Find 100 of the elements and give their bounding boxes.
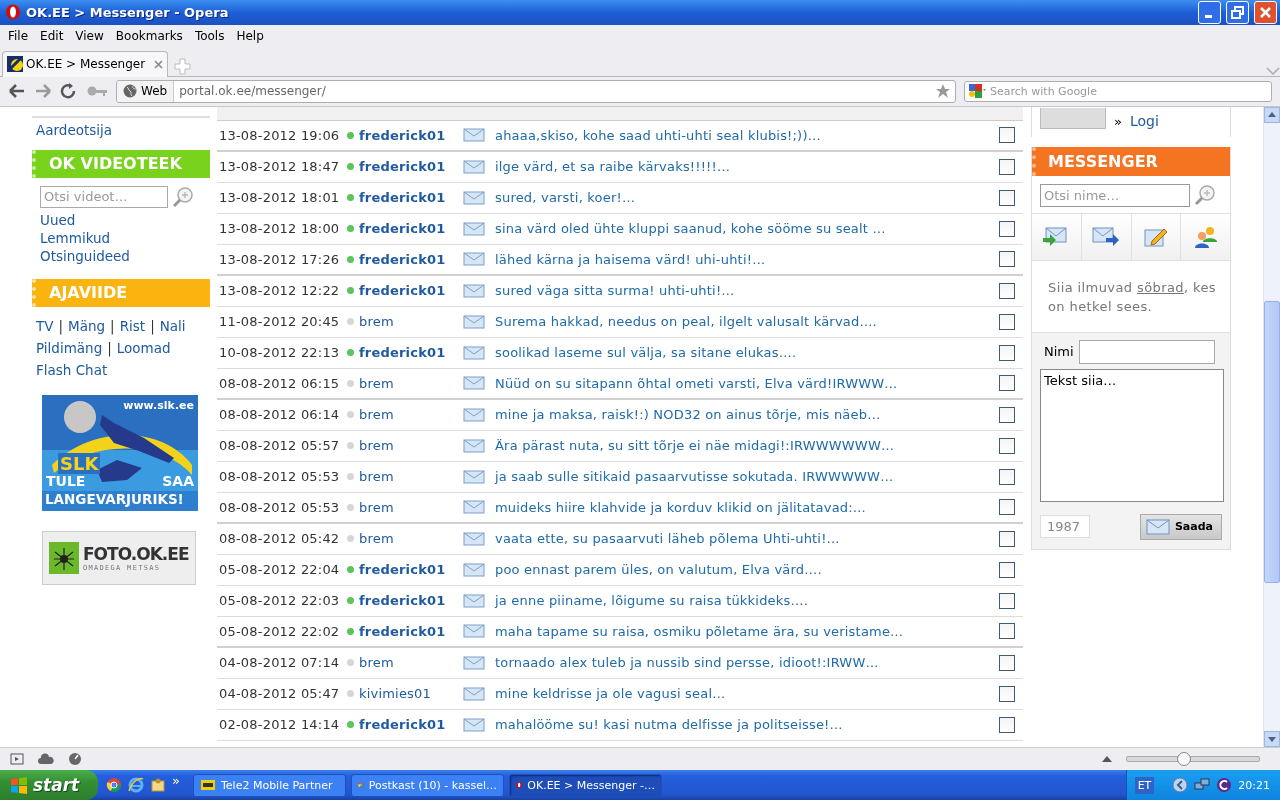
message-link[interactable]: maha tapame su raisa, osmiku põletame ära, su veristame… [495, 623, 999, 639]
message-link[interactable]: muideks hiire klahvide ja korduv klikid on jälitatavad:… [495, 499, 999, 515]
menu-item[interactable]: File [2, 29, 35, 44]
taskbar-button[interactable]: Postkast (10) - kassel… [350, 773, 504, 797]
checkbox[interactable] [999, 282, 1015, 299]
sender-link[interactable]: brem [359, 469, 394, 485]
message-link[interactable]: vaata ette, su pasaarvuti läheb põlema Uhti-uhti!… [495, 531, 999, 547]
sidebar-link[interactable]: Uued [40, 210, 210, 229]
menu-item[interactable]: View [69, 29, 110, 44]
toolbar-button[interactable] [1081, 213, 1132, 260]
google-icon[interactable] [968, 83, 986, 100]
message-link[interactable]: sured väga sitta surma! uhti-uhti!… [495, 283, 999, 299]
sender-link[interactable]: frederick01 [359, 562, 446, 578]
checkbox[interactable] [999, 468, 1015, 485]
name-field[interactable] [1078, 339, 1215, 364]
sender-link[interactable]: frederick01 [359, 623, 446, 639]
sidebar-link[interactable]: Loomad [116, 339, 171, 356]
search-icon[interactable] [1194, 184, 1216, 207]
panel-icon[interactable] [10, 753, 24, 765]
package-icon[interactable] [150, 777, 166, 793]
restore-button[interactable] [1226, 1, 1249, 24]
sender-link[interactable]: brem [359, 531, 394, 547]
search-icon[interactable] [172, 185, 194, 208]
message-link[interactable]: lähed kärna ja haisema värd! uhi-uhti!… [495, 251, 999, 267]
sender-link[interactable]: brem [359, 407, 394, 423]
friends-link[interactable]: sõbrad [1136, 279, 1184, 295]
message-link[interactable]: Surema hakkad, needus on peal, ilgelt valusalt kärvad…. [495, 314, 999, 330]
message-link[interactable]: sina värd oled ühte kluppi saanud, kohe sööme su sealt … [495, 221, 999, 237]
checkbox[interactable] [999, 685, 1015, 702]
sidebar-link[interactable]: Aardeotsija [32, 121, 210, 138]
message-link[interactable]: soolikad laseme sul välja, sa sitane elukas…. [495, 345, 999, 361]
menu-item[interactable]: Help [230, 29, 270, 44]
more-button[interactable]: » [172, 772, 180, 788]
message-link[interactable]: ilge värd, et sa raibe kärvaks!!!!!… [495, 159, 999, 175]
sidebar-link[interactable]: Pildimäng [36, 339, 103, 356]
speedometer-icon[interactable] [68, 752, 82, 766]
message-link[interactable]: Nüüd on su sitapann õhtal ometi varsti, Elva värd!IRWWW… [495, 375, 999, 391]
message-link[interactable]: Ära pärast nuta, su sitt tõrje ei näe midagi!:IRWWWWWW… [495, 438, 999, 454]
menu-item[interactable]: Edit [34, 29, 70, 44]
sidebar-link[interactable]: Otsinguideed [40, 246, 210, 265]
sender-link[interactable]: frederick01 [359, 159, 446, 175]
scroll-down-button[interactable] [1264, 731, 1280, 748]
message-link[interactable]: mine keldrisse ja ole vagusi seal… [495, 686, 999, 702]
minimize-button[interactable] [1198, 1, 1221, 24]
checkbox[interactable] [999, 220, 1015, 237]
message-link[interactable]: poo ennast parem üles, on valutum, Elva värd…. [495, 562, 999, 578]
reload-icon[interactable] [60, 83, 78, 100]
sidebar-link[interactable]: Mäng [68, 317, 106, 334]
message-field[interactable]: Tekst siia… [1040, 368, 1224, 502]
sidebar-link[interactable]: Lemmikud [40, 228, 210, 247]
back-icon[interactable] [8, 83, 26, 100]
taskbar-button[interactable]: Tele2 Mobile Partner [192, 773, 346, 797]
message-link[interactable]: ja enne piiname, lõigume su raisa tükkideks…. [495, 593, 999, 609]
address-field[interactable]: portal.ok.ee/messenger/ [174, 84, 935, 99]
web-button[interactable]: Web [117, 80, 175, 102]
checkbox[interactable] [999, 654, 1015, 671]
close-icon[interactable] [154, 59, 163, 69]
app-tray-icon[interactable] [1216, 777, 1233, 793]
video-search-field[interactable]: Otsi videot… [40, 185, 168, 208]
checkbox[interactable] [999, 623, 1015, 640]
message-link[interactable]: mine ja maksa, raisk!:) NOD32 on ainus tõrje, mis näeb… [495, 407, 999, 423]
checkbox[interactable] [999, 561, 1015, 578]
scrollbar-thumb[interactable] [1264, 300, 1280, 583]
checkbox[interactable] [999, 406, 1015, 423]
ad-banner[interactable]: www.slk.ee SLK TULE SAA LANGEVARJURIKS! [42, 394, 198, 511]
chrome-icon[interactable] [106, 777, 122, 793]
checkbox[interactable] [999, 375, 1015, 392]
sidebar-link[interactable]: TV [36, 317, 54, 334]
checkbox[interactable] [999, 251, 1015, 268]
sender-link[interactable]: brem [359, 499, 394, 515]
sender-link[interactable]: frederick01 [359, 283, 446, 299]
sender-link[interactable]: frederick01 [359, 717, 446, 733]
ie-icon[interactable] [128, 777, 144, 793]
cloud-icon[interactable] [38, 753, 54, 765]
menu-item[interactable]: Bookmarks [109, 29, 189, 44]
checkbox[interactable] [999, 127, 1015, 144]
sender-link[interactable]: kivimies01 [359, 686, 432, 702]
sender-link[interactable]: brem [359, 314, 394, 330]
message-link[interactable]: tornaado alex tuleb ja nussib sind persse, idioot!:IRWW… [495, 655, 999, 671]
login-link[interactable]: Logi [1129, 112, 1159, 129]
start-button[interactable]: start [0, 770, 98, 800]
send-button[interactable]: Saada [1139, 513, 1222, 540]
toolbar-button[interactable] [1032, 213, 1082, 260]
caret-up-icon[interactable] [1102, 756, 1112, 762]
sender-link[interactable]: frederick01 [359, 345, 446, 361]
zoom-slider[interactable] [1126, 752, 1260, 766]
sender-link[interactable]: frederick01 [359, 593, 446, 609]
network-icon[interactable] [1194, 777, 1211, 793]
message-link[interactable]: sured, varsti, koer!… [495, 190, 999, 206]
sender-link[interactable]: frederick01 [359, 251, 446, 267]
sender-link[interactable]: brem [359, 438, 394, 454]
name-search-field[interactable]: Otsi nime… [1040, 183, 1190, 207]
checkbox[interactable] [999, 592, 1015, 609]
message-link[interactable]: ja saab sulle sitikaid pasaarvutisse sokutada. IRWWWWW… [495, 469, 999, 485]
menu-item[interactable]: Tools [188, 29, 231, 44]
checkbox[interactable] [999, 313, 1015, 330]
checkbox[interactable] [999, 716, 1015, 733]
sender-link[interactable]: frederick01 [359, 221, 446, 237]
close-button[interactable] [1254, 1, 1277, 24]
sidebar-link[interactable]: Flash Chat [36, 361, 108, 378]
